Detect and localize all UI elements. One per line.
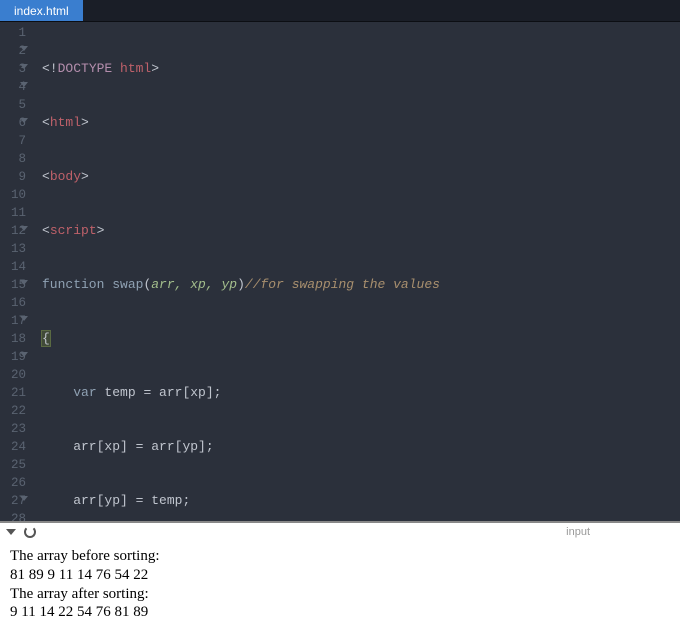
code-line: function swap(arr, xp, yp)//for swapping… — [42, 276, 672, 294]
tab-bar: index.html — [0, 0, 680, 22]
code-line: <body> — [42, 168, 672, 186]
input-label: input — [566, 526, 590, 538]
code-line: <!DOCTYPE html> — [42, 60, 672, 78]
code-line: arr[xp] = arr[yp]; — [42, 438, 672, 456]
code-area[interactable]: <!DOCTYPE html> <html> <body> <script> f… — [34, 22, 680, 521]
code-line: var temp = arr[xp]; — [42, 384, 672, 402]
code-editor[interactable]: 1234567891011121314151617181920212223242… — [0, 22, 680, 521]
chevron-down-icon[interactable] — [6, 529, 16, 535]
code-line: arr[yp] = temp; — [42, 492, 672, 510]
line-gutter: 1234567891011121314151617181920212223242… — [0, 22, 34, 521]
output-line: The array before sorting: — [10, 547, 670, 566]
output-line: 9 11 14 22 54 76 81 89 — [10, 603, 670, 622]
code-line: <script> — [42, 222, 672, 240]
code-line: <html> — [42, 114, 672, 132]
reload-icon[interactable] — [24, 526, 36, 538]
tab-index-html[interactable]: index.html — [0, 0, 83, 21]
preview-toolbar: input — [0, 521, 680, 541]
output-line: The array after sorting: — [10, 585, 670, 604]
output-line: 81 89 9 11 14 76 54 22 — [10, 566, 670, 585]
code-line: { — [42, 330, 672, 348]
preview-output: The array before sorting: 81 89 9 11 14 … — [0, 541, 680, 636]
